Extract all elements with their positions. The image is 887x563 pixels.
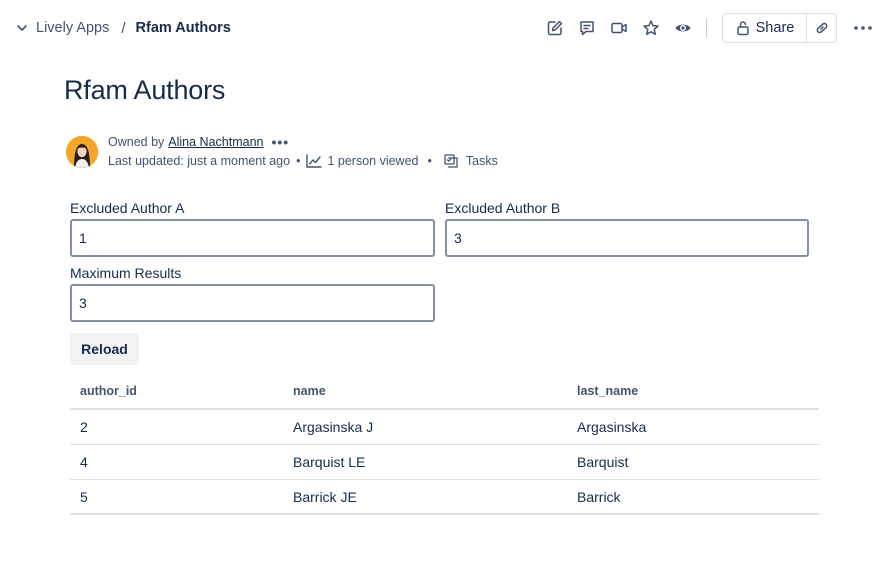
comment-icon[interactable] bbox=[576, 17, 598, 39]
breadcrumb-space-link[interactable]: Lively Apps bbox=[36, 20, 109, 36]
owned-by-label: Owned by bbox=[108, 135, 165, 149]
excluded-author-a-label: Excluded Author A bbox=[70, 200, 185, 216]
breadcrumb: Lively Apps / Rfam Authors bbox=[14, 18, 231, 38]
lock-icon bbox=[736, 20, 750, 36]
cell-last-name: Barquist bbox=[577, 454, 629, 470]
cell-last-name: Argasinska bbox=[577, 419, 647, 435]
cell-last-name: Barrick bbox=[577, 488, 621, 505]
column-header-name[interactable]: name bbox=[293, 384, 326, 398]
breadcrumb-separator: / bbox=[121, 19, 126, 37]
meta-separator: • bbox=[296, 154, 301, 168]
table-row: 5 Barrick JE Barrick bbox=[70, 480, 819, 515]
analytics-icon bbox=[306, 154, 323, 168]
cell-author-id: 5 bbox=[80, 488, 88, 505]
link-icon bbox=[814, 20, 830, 36]
owner-link[interactable]: Alina Nachtmann bbox=[168, 135, 263, 149]
chevron-down-icon[interactable] bbox=[14, 20, 30, 36]
share-button-label: Share bbox=[755, 20, 795, 36]
maximum-results-input[interactable] bbox=[70, 284, 435, 322]
cell-author-id: 2 bbox=[80, 419, 88, 435]
maximum-results-label: Maximum Results bbox=[70, 265, 182, 281]
cell-author-id: 4 bbox=[80, 454, 88, 470]
excluded-author-b-input[interactable] bbox=[445, 219, 809, 257]
table-header: author_id name last_name bbox=[70, 374, 819, 410]
more-icon[interactable] bbox=[852, 17, 874, 39]
page-meta: Last updated: just a moment ago • 1 pers… bbox=[108, 154, 498, 168]
viewers-link[interactable]: 1 person viewed bbox=[327, 154, 418, 168]
cell-name: Argasinska J bbox=[293, 419, 374, 435]
page-byline: Owned by Alina Nachtmann ••• Last update… bbox=[66, 134, 566, 174]
reload-button[interactable]: Reload bbox=[70, 333, 139, 365]
star-icon[interactable] bbox=[640, 17, 662, 39]
cell-name: Barquist LE bbox=[293, 454, 366, 470]
meta-separator: • bbox=[427, 154, 432, 168]
results-table: author_id name last_name 2 Argasinska J … bbox=[70, 374, 819, 515]
excluded-author-a-input[interactable] bbox=[70, 219, 435, 257]
tasks-icon bbox=[444, 154, 458, 168]
last-updated-text: Last updated: just a moment ago bbox=[108, 154, 291, 168]
watch-icon[interactable] bbox=[672, 17, 694, 39]
page-title: Rfam Authors bbox=[64, 75, 226, 105]
table-row: 2 Argasinska J Argasinska bbox=[70, 410, 819, 445]
table-row: 4 Barquist LE Barquist bbox=[70, 445, 819, 480]
edit-icon[interactable] bbox=[544, 17, 566, 39]
column-header-author-id[interactable]: author_id bbox=[80, 384, 137, 398]
owner-line: Owned by Alina Nachtmann ••• bbox=[108, 134, 289, 150]
excluded-author-b-label: Excluded Author B bbox=[445, 200, 561, 216]
column-header-last-name[interactable]: last_name bbox=[577, 384, 638, 398]
share-button[interactable]: Share bbox=[722, 13, 807, 43]
avatar[interactable] bbox=[66, 136, 98, 168]
byline-more-icon[interactable]: ••• bbox=[271, 134, 289, 150]
copy-link-button[interactable] bbox=[806, 13, 837, 43]
top-bar: Lively Apps / Rfam Authors Share bbox=[0, 0, 887, 56]
cell-name: Barrick JE bbox=[293, 488, 357, 505]
toolbar-divider bbox=[706, 19, 707, 37]
breadcrumb-current-page[interactable]: Rfam Authors bbox=[136, 20, 231, 36]
video-icon[interactable] bbox=[608, 17, 630, 39]
tasks-link[interactable]: Tasks bbox=[466, 154, 498, 168]
